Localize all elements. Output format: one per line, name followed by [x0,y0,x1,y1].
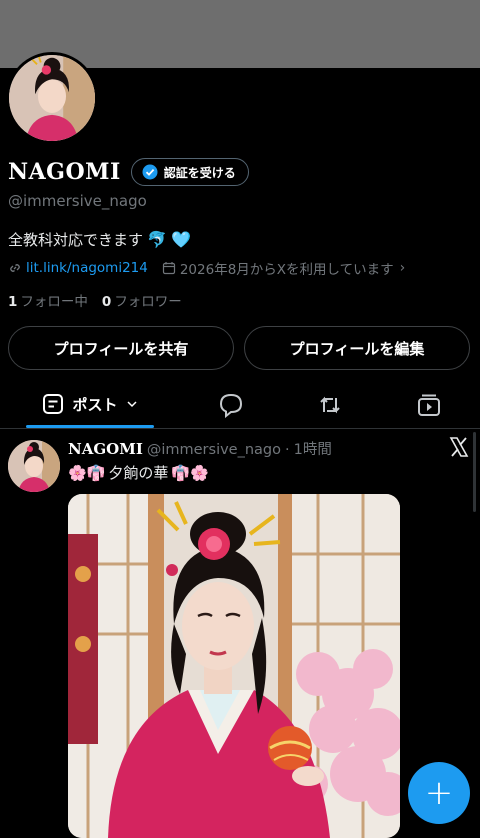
post-author-avatar[interactable] [8,440,60,492]
post-header: NAGOMI @immersive_nago · 1時間 [68,438,332,459]
repost-icon [320,396,340,414]
heart-emoji: 🩵 [170,230,191,249]
post-emoji-prefix: 🌸👘 [68,463,106,482]
profile-bio: 全教科対応できます 🐬 🩵 [8,229,191,250]
followers-count[interactable]: 0 フォロワー [102,290,182,310]
profile-handle: @immersive_nago [8,192,147,210]
link-icon [10,264,20,272]
chevron-right-icon[interactable]: › [400,260,406,276]
following-count[interactable]: 1 フォロー中 [8,290,88,310]
bio-text: 全教科対応できます [8,231,144,249]
avatar-image [8,440,60,492]
calendar-icon [162,262,175,275]
dolphin-emoji: 🐬 [147,230,167,249]
post-time[interactable]: 1時間 [294,438,332,459]
avatar-image [9,55,95,141]
x-logo-icon[interactable] [448,436,470,458]
post-emoji-suffix: 👘🌸 [171,463,209,482]
compose-post-button[interactable]: + [408,762,470,824]
post-body: 夕餉の華 [108,464,169,482]
tab-media[interactable] [416,392,442,418]
verified-badge-icon [142,164,158,180]
posts-filter-icon [43,394,64,414]
post-media-image[interactable] [68,494,400,838]
post-author-name[interactable]: NAGOMI [68,440,143,458]
tabs-divider [0,428,480,429]
post-author-handle[interactable]: @immersive_nago [147,442,281,458]
get-verified-button[interactable]: 認証を受ける [130,158,249,186]
post-card[interactable]: NAGOMI @immersive_nago · 1時間 🌸👘 夕餉の華 👘🌸 [0,430,480,838]
profile-display-name: NAGOMI [8,159,121,185]
share-profile-button[interactable]: プロフィールを共有 [8,326,234,370]
tab-posts-label: ポスト [72,395,118,414]
post-separator: · [285,442,290,458]
get-verified-label: 認証を受ける [163,165,236,180]
profile-meta: lit.link/nagomi214 2026年8月からXを利用しています › [8,258,405,278]
plus-icon: + [424,773,454,813]
tab-posts[interactable]: ポスト [26,380,154,428]
edit-profile-button[interactable]: プロフィールを編集 [244,326,470,370]
profile-avatar[interactable] [6,52,98,144]
tab-reposts[interactable] [317,392,343,418]
reply-icon [219,393,243,419]
kimono-portrait-image [68,494,400,838]
scrollbar[interactable] [473,432,476,512]
profile-link[interactable]: lit.link/nagomi214 [26,260,148,276]
joined-date[interactable]: 2026年8月からXを利用しています [180,258,394,278]
post-text: 🌸👘 夕餉の華 👘🌸 [68,462,209,483]
tab-replies[interactable] [218,392,244,419]
profile-tabs: ポスト [0,380,480,428]
media-icon [418,394,440,416]
chevron-down-icon [126,401,137,408]
